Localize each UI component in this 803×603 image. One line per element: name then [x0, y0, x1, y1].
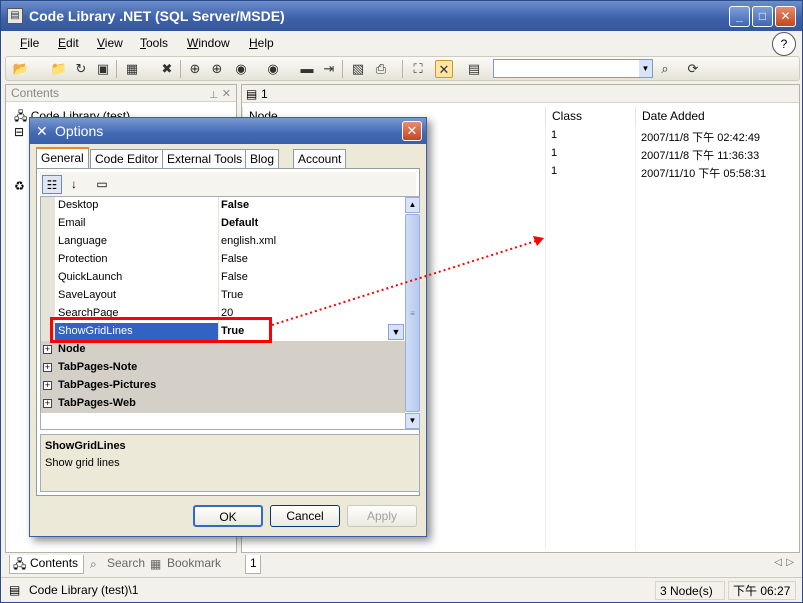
annotation-arrow	[271, 236, 544, 326]
